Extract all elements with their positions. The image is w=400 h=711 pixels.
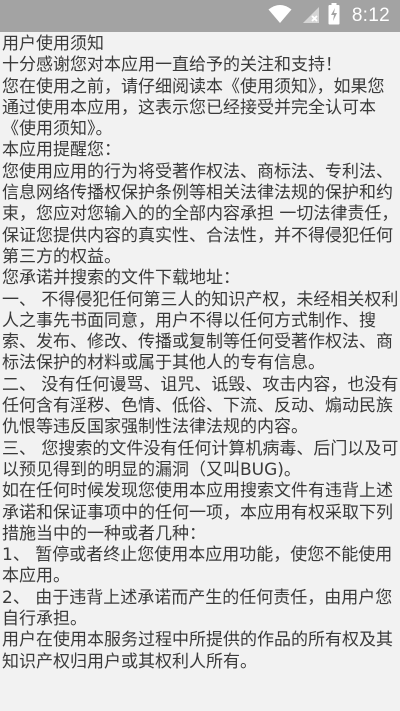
notice-commitment-heading: 您承诺并搜索的文件下载地址： [2,268,240,289]
no-sim-icon [300,4,320,28]
wifi-icon [268,4,292,28]
notice-reminder-heading: 本应用提醒您： [2,140,121,161]
notice-measure-1: 1、 暂停或者终止您使用本应用功能，使您不能使用本应用。 [2,545,393,587]
notice-measure-2: 2、 由于违背上述承诺而产生的任何责任，由用户您自行承担。 [2,587,393,630]
notice-commitment-3: 三、 您搜索的文件没有任何计算机病毒、后门以及可以预见得到的明显的漏洞（又叫BU… [2,438,399,480]
notice-violation: 如在任何时候发现您使用本应用搜索文件有违背上述承诺和保证事项中的任何一项，本应用… [2,481,393,544]
battery-charging-icon [328,3,340,29]
notice-intro: 您在使用之前，请仔细阅读本《使用须知》，如果您通过使用本应用，这表示您已经接受并… [2,76,385,140]
notice-thanks: 十分感谢您对本应用一直给予的关注和支持！ [2,55,342,76]
notice-ownership: 用户在使用本服务过程中所提供的作品的所有权及其知识产权归用户或其权利人所有。 [2,630,393,672]
notice-content: 用户使用须知 十分感谢您对本应用一直给予的关注和支持！ 您在使用之前，请仔细阅读… [0,32,400,673]
notice-commitment-1: 一、 不得侵犯任何第三人的知识产权，未经相关权利人之事先书面同意，用户不得以任何… [2,289,399,374]
status-time: 8:12 [351,5,390,26]
notice-title: 用户使用须知 [2,34,104,54]
status-icons: 8:12 [268,0,390,32]
notice-legal-protection: 您使用应用的行为将受著作权法、商标法、专利法、信息网络传播权保护条例等相关法律法… [2,161,399,267]
status-bar: 8:12 [0,0,400,32]
notice-commitment-2: 二、 没有任何谩骂、诅咒、诋毁、攻击内容，也没有任何含有淫秽、色情、低俗、下流、… [2,374,399,438]
